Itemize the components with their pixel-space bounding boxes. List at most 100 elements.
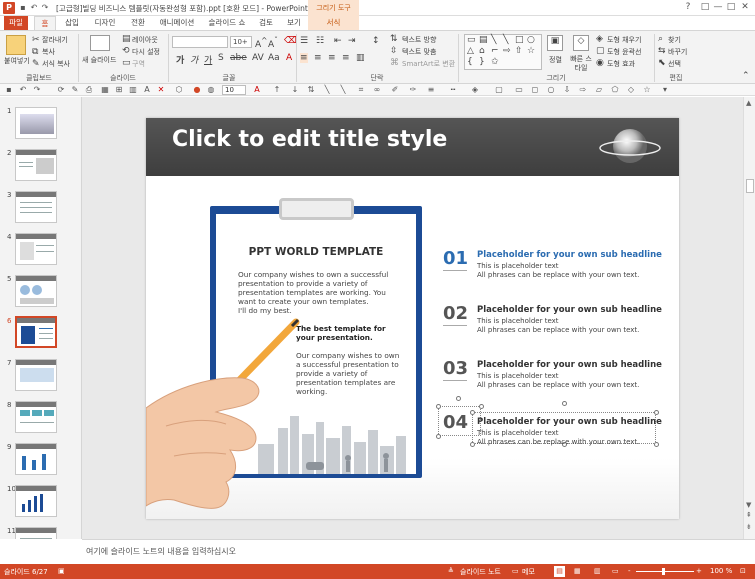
star-shape-icon[interactable]: ✩ bbox=[491, 57, 499, 67]
layout-icon[interactable]: ▤ bbox=[122, 34, 131, 44]
format-painter-button[interactable]: 서식 복사 bbox=[42, 59, 70, 69]
reading-view-icon[interactable]: ▥ bbox=[594, 567, 601, 575]
color-icon[interactable]: ● bbox=[192, 85, 202, 95]
reset-icon[interactable]: ⟲ bbox=[122, 46, 130, 56]
normal-view-icon[interactable]: ▤ bbox=[554, 566, 565, 577]
copy-button[interactable]: 복사 bbox=[42, 47, 55, 57]
resize-handle[interactable] bbox=[654, 442, 659, 447]
tab-file[interactable]: 파일 bbox=[4, 16, 28, 30]
shrink-font-icon[interactable]: Aˇ bbox=[268, 36, 278, 50]
tab-insert[interactable]: 삽입 bbox=[60, 16, 84, 30]
tab-transitions[interactable]: 전환 bbox=[126, 16, 150, 30]
resize-handle[interactable] bbox=[436, 434, 441, 439]
resize-handle[interactable] bbox=[470, 442, 475, 447]
oval-shape-icon[interactable]: ○ bbox=[527, 35, 535, 45]
format-painter-icon[interactable]: ✎ bbox=[70, 85, 80, 95]
columns-icon[interactable]: ▥ bbox=[356, 53, 365, 63]
slide-thumbnail[interactable] bbox=[15, 359, 57, 391]
reset-button[interactable]: 다시 설정 bbox=[132, 47, 160, 57]
bullets-icon[interactable]: ☰ bbox=[300, 36, 308, 46]
zoom-level[interactable]: 100 % bbox=[710, 567, 732, 575]
arrow-shape-icon[interactable]: ⇨ bbox=[503, 46, 511, 56]
undo-icon[interactable]: ↶ bbox=[18, 85, 28, 95]
slide[interactable]: Click to edit title style PPT WORLD TEMP… bbox=[146, 118, 679, 519]
callout-icon[interactable]: ◻ bbox=[530, 85, 540, 95]
item-headline[interactable]: Placeholder for your own sub headline bbox=[477, 250, 662, 260]
fill-color-icon[interactable]: ◈ bbox=[470, 85, 480, 95]
grow-font-icon[interactable]: A^ bbox=[255, 36, 267, 50]
triangle-shape-icon[interactable]: △ bbox=[467, 46, 474, 56]
item-headline[interactable]: Placeholder for your own sub headline bbox=[477, 417, 662, 427]
slide-title[interactable]: Click to edit title style bbox=[172, 127, 447, 152]
smartart-button[interactable]: SmartArt로 변환 bbox=[402, 59, 455, 69]
shape-icon[interactable]: ▱ bbox=[594, 85, 604, 95]
tab-view[interactable]: 보기 bbox=[282, 16, 306, 30]
numbering-icon[interactable]: ☷ bbox=[316, 36, 324, 46]
line-shape-icon[interactable]: ╲ bbox=[503, 35, 508, 45]
smartart-icon[interactable]: ⌘ bbox=[390, 58, 399, 68]
spell-check-icon[interactable]: ▣ bbox=[58, 567, 65, 575]
collapse-ribbon-icon[interactable]: ⌃ bbox=[742, 71, 750, 81]
shape-fill-icon[interactable]: ◈ bbox=[596, 34, 603, 44]
clipboard-body-text[interactable]: Our company wishes to own a successful p… bbox=[238, 270, 400, 316]
quick-styles-button[interactable]: 빠른 스타일 bbox=[568, 55, 594, 73]
font-name-box[interactable] bbox=[172, 36, 228, 48]
slide-thumbnail[interactable] bbox=[15, 233, 57, 265]
slide-thumbnail[interactable] bbox=[15, 275, 57, 307]
quick-styles-icon[interactable]: ◇ bbox=[573, 35, 589, 51]
connector-shape-icon[interactable]: ⌐ bbox=[491, 46, 499, 56]
italic-icon[interactable]: 가 bbox=[190, 53, 198, 66]
help-button[interactable]: ? bbox=[680, 1, 696, 14]
link-icon[interactable]: ∞ bbox=[372, 85, 382, 95]
shadow-icon[interactable]: S bbox=[218, 53, 224, 63]
line-shape-icon[interactable]: ╲ bbox=[491, 35, 496, 45]
slide-thumbnail[interactable] bbox=[15, 149, 57, 181]
shape-effects-icon[interactable]: ◉ bbox=[596, 58, 604, 68]
resize-handle[interactable] bbox=[470, 410, 475, 415]
comments-toggle-button[interactable]: 메모 bbox=[522, 567, 535, 577]
cut-button[interactable]: 잘라내기 bbox=[42, 35, 68, 45]
tab-format[interactable]: 서식 bbox=[308, 16, 359, 30]
align-center-icon[interactable]: ≡ bbox=[314, 53, 322, 63]
undo-icon[interactable]: ↶ bbox=[29, 3, 39, 13]
clipboard-heading[interactable]: PPT WORLD TEMPLATE bbox=[216, 246, 416, 258]
slide-thumbnail[interactable] bbox=[15, 443, 57, 475]
align-text-icon[interactable]: ⇳ bbox=[390, 46, 398, 56]
change-case-icon[interactable]: Aa bbox=[268, 53, 280, 63]
close-button[interactable]: ✕ bbox=[737, 1, 753, 14]
select-button[interactable]: 선택 bbox=[668, 59, 681, 69]
section-icon[interactable]: ▭ bbox=[122, 58, 131, 68]
slide-sorter-icon[interactable]: ▦ bbox=[574, 567, 581, 575]
down-arrow-icon[interactable]: ⇩ bbox=[562, 85, 572, 95]
palette-icon[interactable]: ◍ bbox=[206, 85, 216, 95]
tab-review[interactable]: 검토 bbox=[254, 16, 278, 30]
clear-format-icon[interactable]: ⌫ bbox=[284, 36, 297, 46]
rotation-handle[interactable] bbox=[456, 396, 461, 401]
font-size-box[interactable]: 10+ bbox=[230, 36, 252, 48]
resize-handle[interactable] bbox=[479, 404, 484, 409]
comments-icon[interactable]: ▭ bbox=[512, 567, 519, 575]
previous-slide-icon[interactable]: ⇞ bbox=[746, 511, 752, 519]
save-icon[interactable]: ▪ bbox=[18, 3, 28, 13]
zoom-slider[interactable] bbox=[636, 571, 694, 572]
shape-icon[interactable]: ☆ bbox=[642, 85, 652, 95]
slide-thumbnail[interactable] bbox=[15, 107, 57, 139]
text-box-icon[interactable]: A bbox=[142, 85, 152, 95]
replace-button[interactable]: 바꾸기 bbox=[668, 47, 687, 57]
notes-placeholder[interactable]: 여기에 슬라이드 노트의 내용을 입력하십시오 bbox=[86, 546, 236, 557]
shape-effects-button[interactable]: 도형 효과 bbox=[607, 59, 635, 69]
tab-animations[interactable]: 애니메이션 bbox=[154, 16, 200, 30]
item-text-line[interactable]: All phrases can be replace with your own… bbox=[477, 326, 639, 335]
font-color-icon[interactable]: A bbox=[252, 85, 262, 95]
grow-font-icon[interactable]: ↑ bbox=[272, 85, 282, 95]
chart-icon[interactable]: ▥ bbox=[128, 85, 138, 95]
zoom-out-button[interactable]: - bbox=[628, 567, 631, 575]
star-shape-icon[interactable]: ☆ bbox=[527, 46, 535, 56]
new-slide-button[interactable]: 새 슬라이드 bbox=[82, 55, 116, 65]
text-direction-button[interactable]: 텍스트 방향 bbox=[402, 35, 436, 45]
brace-shape-icon[interactable]: { bbox=[467, 57, 473, 67]
text-direction-icon[interactable]: ⇅ bbox=[306, 85, 316, 95]
justify-icon[interactable]: ≡ bbox=[342, 53, 350, 63]
notes-pane[interactable]: 여기에 슬라이드 노트의 내용을 입력하십시오 bbox=[82, 539, 755, 564]
oval-icon[interactable]: ○ bbox=[546, 85, 556, 95]
